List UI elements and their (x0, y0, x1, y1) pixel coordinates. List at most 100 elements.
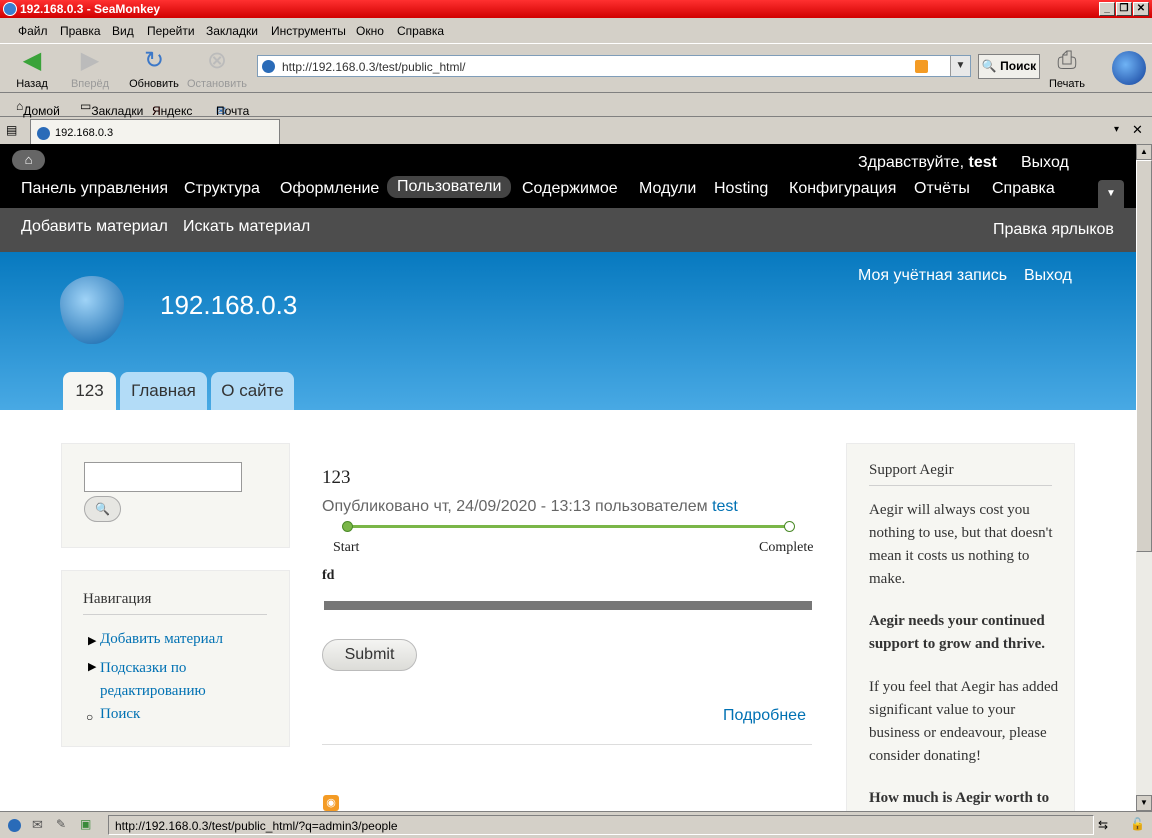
mail-status-icon[interactable]: ✉ (32, 817, 43, 833)
my-account-link[interactable]: Моя учётная запись (858, 267, 1007, 285)
nav-search[interactable]: Поиск (100, 706, 140, 723)
reload-button[interactable]: ↻ Обновить (124, 47, 184, 91)
author-link[interactable]: test (712, 498, 738, 515)
menu-modules[interactable]: Модули (639, 180, 696, 198)
header-logout-link[interactable]: Выход (1024, 267, 1072, 285)
forward-button[interactable]: ▶ Вперёд (64, 47, 116, 91)
rss-icon[interactable]: ◉ (323, 795, 339, 811)
tab-home[interactable]: Главная (120, 372, 207, 410)
bookmark-home[interactable]: ⌂ Домой (16, 99, 60, 118)
security-lock-icon: 🔓 (1130, 817, 1145, 831)
field-bar (324, 601, 812, 610)
scroll-up-icon[interactable]: ▲ (1136, 144, 1152, 160)
submitted-text: Опубликовано чт, 24/09/2020 - 13:13 поль… (322, 498, 708, 515)
url-field[interactable]: http://192.168.0.3/test/public_html/ ▼ (257, 55, 971, 77)
menu-view[interactable]: Вид (112, 24, 134, 38)
aegir-block: Support Aegir Aegir will always cost you… (846, 443, 1075, 811)
menu-tools[interactable]: Инструменты (271, 24, 346, 38)
menu-content[interactable]: Содержимое (522, 180, 618, 198)
forward-arrow-icon: ▶ (80, 47, 100, 74)
tab-title: 192.168.0.3 (55, 127, 114, 139)
composer-icon[interactable]: ✎ (56, 817, 66, 831)
vertical-scrollbar[interactable]: ▲ ▼ (1136, 144, 1152, 811)
search-button[interactable]: 🔍 Поиск (978, 54, 1040, 79)
greeting: Здравствуйте, test (858, 154, 997, 172)
url-text: http://192.168.0.3/test/public_html/ (282, 60, 466, 74)
aegir-p3: If you feel that Aegir has added signifi… (869, 679, 1059, 764)
home-icon[interactable]: ⌂ (12, 150, 45, 170)
content-divider (322, 744, 812, 745)
menu-dashboard[interactable]: Панель управления (21, 180, 168, 198)
addressbook-icon[interactable]: ▣ (80, 817, 91, 831)
shortcut-find-content[interactable]: Искать материал (183, 218, 310, 236)
bookmark-folder-label: Закладки (91, 104, 144, 118)
tab-list-icon[interactable]: ▾ (1114, 124, 1119, 135)
menu-go[interactable]: Перейти (147, 24, 195, 38)
tab-bar: ▤ 192.168.0.3 ▾ ✕ (0, 118, 1152, 144)
nav-arrow-icon: ▶ (88, 635, 97, 647)
close-tab-icon[interactable]: ✕ (1132, 122, 1143, 138)
greeting-user[interactable]: test (968, 154, 996, 171)
node-title[interactable]: 123 (322, 467, 351, 489)
search-block: 🔍 (61, 443, 290, 548)
seamonkey-logo-icon (1112, 51, 1146, 85)
menu-reports[interactable]: Отчёты (914, 180, 970, 198)
menu-people[interactable]: Пользователи (387, 176, 512, 198)
new-tab-icon[interactable]: ▤ (6, 123, 17, 137)
back-button[interactable]: ◀ Назад (6, 47, 58, 91)
menu-structure[interactable]: Структура (184, 180, 260, 198)
toolbar-logout-link[interactable]: Выход (1021, 154, 1069, 172)
scroll-down-icon[interactable]: ▼ (1136, 795, 1152, 811)
nav-add-content[interactable]: Добавить материал (100, 631, 223, 648)
aegir-p2: Aegir needs your continued support to gr… (869, 613, 1045, 652)
shortcut-add-content[interactable]: Добавить материал (21, 218, 168, 236)
menu-bookmarks[interactable]: Закладки (206, 24, 258, 38)
read-more-link[interactable]: Подробнее (723, 707, 806, 725)
node-submitted: Опубликовано чт, 24/09/2020 - 13:13 поль… (322, 498, 738, 516)
bookmark-yandex-label: Яндекс (152, 104, 193, 118)
progress-start-label: Start (333, 540, 360, 555)
tab-active[interactable]: 192.168.0.3 (30, 119, 280, 144)
submit-button[interactable]: Submit (322, 639, 417, 671)
page-viewport: ⌂ Здравствуйте, test Выход Панель управл… (0, 144, 1136, 811)
window-title: 192.168.0.3 - SeaMonkey (20, 2, 161, 16)
tab-about[interactable]: О сайте (211, 372, 294, 410)
menu-hosting[interactable]: Hosting (714, 180, 768, 198)
menu-bar: Файл Правка Вид Перейти Закладки Инструм… (0, 19, 1152, 43)
stop-label: Остановить (186, 78, 248, 90)
site-name[interactable]: 192.168.0.3 (160, 290, 297, 321)
bookmark-home-label: Домой (23, 104, 60, 118)
field-label: fd (322, 568, 335, 583)
scroll-thumb[interactable] (1136, 160, 1152, 552)
sidebar-search-button[interactable]: 🔍 (84, 496, 121, 522)
drupal-logo-icon[interactable] (60, 276, 124, 344)
stop-button[interactable]: ⊗ Остановить (184, 47, 250, 91)
menu-file[interactable]: Файл (18, 24, 48, 38)
navigator-icon[interactable] (8, 819, 21, 832)
print-button[interactable]: ⎙ Печать (1040, 47, 1094, 91)
maximize-button[interactable]: ❐ (1116, 2, 1132, 16)
menu-window[interactable]: Окно (356, 24, 384, 38)
menu-config[interactable]: Конфигурация (789, 180, 896, 198)
menu-appearance[interactable]: Оформление (280, 180, 379, 198)
nav-editing-tips[interactable]: Подсказки по редактированию (100, 657, 250, 703)
minimize-button[interactable]: _ (1099, 2, 1115, 16)
nav-bullet-icon: ○ (86, 710, 94, 724)
shortcuts-toggle-icon[interactable]: ▼ (1098, 180, 1124, 208)
app-icon (3, 2, 17, 16)
rss-feed-icon[interactable] (915, 60, 928, 73)
greeting-text: Здравствуйте, (858, 154, 965, 171)
tab-123[interactable]: 123 (63, 372, 116, 410)
menu-edit[interactable]: Правка (60, 24, 101, 38)
menu-help-drupal[interactable]: Справка (992, 180, 1055, 198)
bookmark-folder[interactable]: ▭ Закладки (80, 99, 143, 118)
close-window-button[interactable]: ✕ (1133, 2, 1149, 16)
back-label: Назад (16, 78, 48, 90)
menu-help[interactable]: Справка (397, 24, 444, 38)
aegir-p4: How much is Aegir worth to (869, 790, 1050, 806)
print-label: Печать (1048, 78, 1086, 90)
edit-shortcuts-link[interactable]: Правка ярлыков (993, 221, 1114, 239)
sidebar-search-input[interactable] (84, 462, 242, 492)
progress-line (347, 525, 789, 528)
url-dropdown-icon[interactable]: ▼ (950, 56, 970, 76)
